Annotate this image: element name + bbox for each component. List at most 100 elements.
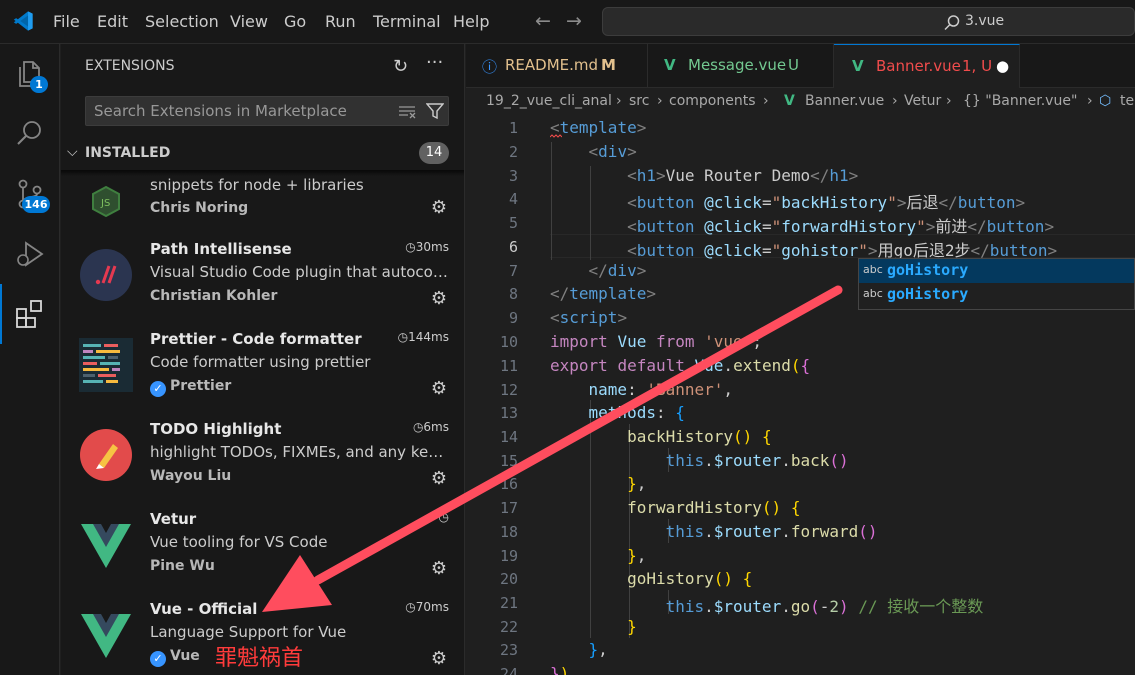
filter-icon[interactable]	[426, 102, 444, 120]
tab-readme[interactable]: ⓘ README.md M	[466, 44, 648, 88]
code-line-12: name: 'Banner',	[588, 380, 734, 399]
line-number: 1	[508, 119, 518, 137]
code-line-8: </template>	[550, 284, 656, 303]
activation-time-value: 6ms	[423, 420, 449, 434]
editor-tabs: ⓘ README.md M V Message.vue U V Banner.v…	[466, 44, 1135, 88]
menu-edit[interactable]: Edit	[97, 12, 128, 32]
code-line-7: </div>	[588, 261, 647, 280]
prettier-logo-icon	[79, 338, 133, 392]
menu-selection[interactable]: Selection	[145, 12, 219, 32]
code-line-15: this.$router.back()	[665, 451, 849, 470]
extension-publisher: Wayou Liu	[150, 468, 232, 484]
line-number: 20	[499, 570, 518, 588]
code-line-3: <h1>Vue Router Demo</h1>	[627, 166, 859, 185]
svg-text:JS: JS	[100, 198, 110, 209]
extension-item-prettier[interactable]: Prettier - Code formatter Code formatter…	[61, 320, 464, 410]
menu-terminal[interactable]: Terminal	[373, 12, 441, 32]
gear-icon[interactable]: ⚙	[431, 468, 447, 489]
activation-time: ◷6ms	[413, 420, 449, 434]
tab-status: 1, U	[962, 57, 993, 75]
chevron-right-icon: ›	[1087, 93, 1093, 109]
activity-bar: 1 146	[0, 44, 60, 675]
vue-file-icon: V	[664, 56, 676, 74]
gear-icon[interactable]: ⚙	[431, 288, 447, 309]
tab-banner-vue[interactable]: V Banner.vue 1, U ●	[834, 44, 1020, 88]
gear-icon[interactable]: ⚙	[431, 558, 447, 579]
extensions-icon[interactable]	[14, 298, 46, 330]
line-number: 16	[499, 475, 518, 493]
search-view-icon[interactable]	[14, 118, 46, 150]
extension-item-path-intellisense[interactable]: Path Intellisense Visual Studio Code plu…	[61, 230, 464, 320]
gear-icon[interactable]: ⚙	[431, 197, 447, 218]
node-snippets-logo-icon: JS	[79, 169, 133, 223]
menu-go[interactable]: Go	[284, 12, 306, 32]
code-editor[interactable]: 1 2 3 4 5 6 7 8 9 10 11 12 13 14 15 16 17 18 19 20 21 22 23 24 …	[466, 116, 1135, 675]
menu-run[interactable]: Run	[325, 12, 356, 32]
line-number: 11	[499, 357, 518, 375]
extension-name: Prettier - Code formatter	[150, 330, 362, 348]
code-line-10: import Vue from 'vue';	[550, 332, 762, 351]
line-number: 23	[499, 641, 518, 659]
activation-time: ◷30ms	[405, 240, 449, 254]
more-actions-icon[interactable]: ···	[426, 52, 443, 73]
crumb-src[interactable]: src	[629, 93, 649, 109]
line-number: 6	[508, 238, 518, 256]
source-control-icon[interactable]: 146	[14, 178, 50, 213]
code-line-19: },	[627, 546, 647, 565]
unsaved-dot-icon[interactable]: ●	[996, 57, 1009, 75]
clock-icon: ◷	[412, 420, 424, 434]
chevron-right-icon: ›	[892, 93, 898, 109]
suggestion-text: goHistory	[887, 261, 969, 279]
refresh-icon[interactable]: ↻	[393, 56, 408, 77]
line-number: 14	[499, 428, 518, 446]
command-center-search[interactable]: 3.vue	[602, 7, 1135, 36]
menu-view[interactable]: View	[230, 12, 268, 32]
line-number: 2	[508, 143, 518, 161]
crumb-template[interactable]: te	[1120, 93, 1134, 109]
crumb-vetur[interactable]: Vetur	[904, 93, 941, 109]
clock-icon: ◷	[438, 510, 449, 524]
extension-description: Code formatter using prettier	[150, 353, 371, 371]
extension-item-todo-highlight[interactable]: TODO Highlight highlight TODOs, FIXMEs, …	[61, 410, 464, 500]
clock-icon: ◷	[405, 600, 416, 614]
forward-arrow-icon[interactable]: →	[566, 10, 582, 32]
gear-icon[interactable]: ⚙	[431, 378, 447, 399]
crumb-file[interactable]: Banner.vue	[805, 93, 884, 109]
code-line-1: <template>	[550, 118, 647, 137]
vue-file-icon: V	[852, 57, 864, 75]
suggestion-item[interactable]: abc goHistory	[859, 259, 1134, 283]
run-debug-icon[interactable]	[14, 238, 46, 270]
search-icon	[944, 15, 960, 31]
menu-help[interactable]: Help	[453, 12, 489, 32]
activation-time-value: 30ms	[415, 240, 449, 254]
explorer-badge: 1	[30, 76, 48, 93]
back-arrow-icon[interactable]: ←	[535, 10, 551, 32]
explorer-icon[interactable]: 1	[14, 58, 48, 93]
title-bar: File Edit Selection View Go Run Terminal…	[0, 0, 1135, 44]
suggestion-item[interactable]: abc goHistory	[859, 283, 1134, 307]
line-number: 10	[499, 333, 518, 351]
active-indicator	[0, 284, 2, 344]
extension-name: Vue - Official	[150, 600, 258, 618]
menu-file[interactable]: File	[53, 12, 80, 32]
extension-item-node-snippets[interactable]: JS snippets for node + libraries Chris N…	[61, 151, 464, 241]
activation-time: ◷70ms	[405, 600, 449, 614]
crumb-components[interactable]: components	[669, 93, 756, 109]
search-text: 3.vue	[965, 13, 1005, 29]
code-line-16: },	[627, 474, 647, 493]
extension-search-input[interactable]	[94, 101, 384, 121]
tab-label: Banner.vue	[876, 57, 961, 75]
code-line-23: },	[588, 640, 608, 659]
suggestion-label: goHistory	[887, 285, 968, 303]
path-intellisense-logo-icon	[79, 248, 133, 302]
extension-item-vetur[interactable]: Vetur Vue tooling for VS Code Pine Wu ◷ …	[61, 500, 464, 590]
crumb-folder[interactable]: 19_2_vue_cli_anal	[486, 93, 612, 109]
verified-check-icon: ✓	[150, 651, 166, 667]
gear-icon[interactable]: ⚙	[431, 648, 447, 669]
extension-name: TODO Highlight	[150, 420, 282, 438]
code-line-11: export default Vue.extend({	[550, 356, 811, 375]
crumb-symbol[interactable]: {} "Banner.vue"	[963, 93, 1077, 109]
tab-message-vue[interactable]: V Message.vue U	[648, 44, 834, 88]
extension-search-box[interactable]	[85, 96, 449, 126]
clear-filter-icon[interactable]	[398, 104, 416, 120]
